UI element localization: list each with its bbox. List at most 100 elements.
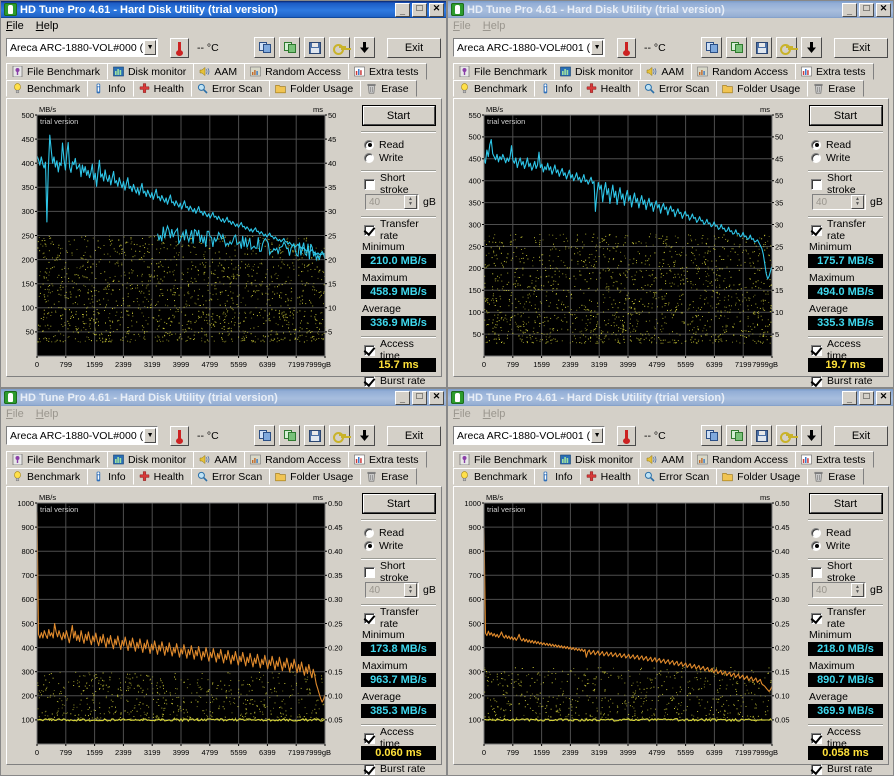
checkbox-access-time[interactable]: Access time <box>811 726 883 750</box>
short-stroke-stepper[interactable]: 40 ▲ ▼ gB <box>365 194 436 210</box>
spinner-arrows-icon[interactable]: ▲ ▼ <box>851 195 864 209</box>
radio-read-indicator[interactable] <box>811 527 821 538</box>
tab-error-scan[interactable]: Error Scan <box>637 80 718 97</box>
thermometer-icon[interactable] <box>170 37 189 58</box>
short-stroke-stepper[interactable]: 40 ▲ ▼ gB <box>812 194 883 210</box>
title-bar[interactable]: HD Tune Pro 4.61 - Hard Disk Utility (tr… <box>448 1 893 18</box>
exit-button[interactable]: Exit <box>834 37 888 58</box>
hd-tune-window-w4[interactable]: HD Tune Pro 4.61 - Hard Disk Utility (tr… <box>447 388 894 776</box>
checkbox-transfer-rate[interactable]: Transfer rate <box>364 606 436 630</box>
tab-folder-usage[interactable]: Folder Usage <box>716 80 809 97</box>
tab-disk-monitor[interactable]: Disk monitor <box>553 63 642 80</box>
access-time-checkbox[interactable] <box>811 344 822 356</box>
tab-erase[interactable]: Erase <box>807 468 864 485</box>
tab-random-access[interactable]: Random Access <box>244 451 349 468</box>
tab-benchmark[interactable]: Benchmark <box>453 80 536 97</box>
transfer-rate-checkbox[interactable] <box>811 612 822 624</box>
start-button[interactable]: Start <box>808 105 883 126</box>
tab-random-access[interactable]: Random Access <box>691 63 796 80</box>
short-stroke-checkbox[interactable] <box>364 566 375 578</box>
close-button[interactable]: ✕ <box>876 390 891 405</box>
close-button[interactable]: ✕ <box>876 2 891 17</box>
tab-benchmark[interactable]: Benchmark <box>6 468 89 485</box>
tab-random-access[interactable]: Random Access <box>691 451 796 468</box>
copy-image-button[interactable] <box>726 425 747 446</box>
tab-row-bottom[interactable]: Benchmark Info Health Error Scan Folder … <box>453 468 889 485</box>
checkbox-access-time[interactable]: Access time <box>364 726 436 750</box>
download-button[interactable] <box>801 425 822 446</box>
copy-button[interactable] <box>254 37 275 58</box>
tab-folder-usage[interactable]: Folder Usage <box>269 468 362 485</box>
checkbox-access-time[interactable]: Access time <box>811 338 883 362</box>
maximize-button[interactable]: □ <box>859 390 874 405</box>
key-button[interactable] <box>329 37 350 58</box>
radio-write[interactable]: Write <box>364 151 436 164</box>
radio-read-indicator[interactable] <box>364 527 374 538</box>
tab-info[interactable]: Info <box>87 80 134 97</box>
radio-write[interactable]: Write <box>364 539 436 552</box>
chevron-down-icon[interactable]: ▼ <box>591 428 603 443</box>
checkbox-burst-rate[interactable]: Burst rate <box>811 762 883 775</box>
start-button[interactable]: Start <box>808 493 883 514</box>
tab-file-benchmark[interactable]: File Benchmark <box>6 451 108 468</box>
key-button[interactable] <box>329 425 350 446</box>
burst-rate-checkbox[interactable] <box>364 375 375 387</box>
title-bar[interactable]: HD Tune Pro 4.61 - Hard Disk Utility (tr… <box>448 389 893 406</box>
drive-select[interactable]: Areca ARC-1880-VOL#001 (7999 gB) ▼ <box>453 38 605 57</box>
short-stroke-input[interactable]: 40 ▲ ▼ <box>812 582 866 598</box>
checkbox-transfer-rate[interactable]: Transfer rate <box>811 606 883 630</box>
save-button[interactable] <box>751 37 772 58</box>
transfer-rate-checkbox[interactable] <box>811 224 822 236</box>
menu-file[interactable]: File <box>453 20 471 32</box>
start-button[interactable]: Start <box>361 105 436 126</box>
burst-rate-checkbox[interactable] <box>364 763 375 775</box>
radio-write-indicator[interactable] <box>364 152 374 163</box>
radio-write-indicator[interactable] <box>364 540 374 551</box>
save-button[interactable] <box>304 425 325 446</box>
radio-write[interactable]: Write <box>811 151 883 164</box>
transfer-rate-checkbox[interactable] <box>364 224 375 236</box>
tab-erase[interactable]: Erase <box>807 80 864 97</box>
checkbox-short-stroke[interactable]: Short stroke <box>811 560 883 584</box>
copy-image-button[interactable] <box>279 37 300 58</box>
window-controls[interactable]: _ □ ✕ <box>395 2 444 17</box>
transfer-rate-checkbox[interactable] <box>364 612 375 624</box>
download-button[interactable] <box>354 37 375 58</box>
window-controls[interactable]: _ □ ✕ <box>842 390 891 405</box>
close-button[interactable]: ✕ <box>429 390 444 405</box>
radio-write[interactable]: Write <box>811 539 883 552</box>
window-controls[interactable]: _ □ ✕ <box>842 2 891 17</box>
key-button[interactable] <box>776 425 797 446</box>
tab-benchmark[interactable]: Benchmark <box>453 468 536 485</box>
checkbox-access-time[interactable]: Access time <box>364 338 436 362</box>
tab-strip[interactable]: File Benchmark Disk monitor AAM Random A… <box>448 61 893 97</box>
checkbox-short-stroke[interactable]: Short stroke <box>364 560 436 584</box>
tab-row-top[interactable]: File Benchmark Disk monitor AAM Random A… <box>453 63 889 80</box>
hd-tune-window-w2[interactable]: HD Tune Pro 4.61 - Hard Disk Utility (tr… <box>447 0 894 388</box>
menu-file[interactable]: File <box>6 408 24 420</box>
tab-file-benchmark[interactable]: File Benchmark <box>453 451 555 468</box>
burst-rate-checkbox[interactable] <box>811 763 822 775</box>
access-time-checkbox[interactable] <box>811 732 822 744</box>
tab-folder-usage[interactable]: Folder Usage <box>269 80 362 97</box>
window-controls[interactable]: _ □ ✕ <box>395 390 444 405</box>
checkbox-burst-rate[interactable]: Burst rate <box>811 374 883 387</box>
maximize-button[interactable]: □ <box>859 2 874 17</box>
title-bar[interactable]: HD Tune Pro 4.61 - Hard Disk Utility (tr… <box>1 1 446 18</box>
copy-image-button[interactable] <box>726 37 747 58</box>
checkbox-burst-rate[interactable]: Burst rate <box>364 374 436 387</box>
toolbar[interactable]: Areca ARC-1880-VOL#000 (7999 gB) ▼ -- °C… <box>1 34 446 61</box>
tab-extra-tests[interactable]: Extra tests <box>347 63 427 80</box>
short-stroke-checkbox[interactable] <box>811 566 822 578</box>
thermometer-icon[interactable] <box>617 425 636 446</box>
tab-disk-monitor[interactable]: Disk monitor <box>106 451 195 468</box>
tab-row-top[interactable]: File Benchmark Disk monitor AAM Random A… <box>6 451 442 468</box>
tab-aam[interactable]: AAM <box>193 63 246 80</box>
toolbar[interactable]: Areca ARC-1880-VOL#001 (7999 gB) ▼ -- °C… <box>448 422 893 449</box>
short-stroke-input[interactable]: 40 ▲ ▼ <box>365 582 419 598</box>
tab-row-bottom[interactable]: Benchmark Info Health Error Scan Folder … <box>453 80 889 97</box>
menu-file[interactable]: File <box>6 20 24 32</box>
thermometer-icon[interactable] <box>617 37 636 58</box>
drive-select[interactable]: Areca ARC-1880-VOL#001 (7999 gB) ▼ <box>453 426 605 445</box>
short-stroke-input[interactable]: 40 ▲ ▼ <box>365 194 419 210</box>
